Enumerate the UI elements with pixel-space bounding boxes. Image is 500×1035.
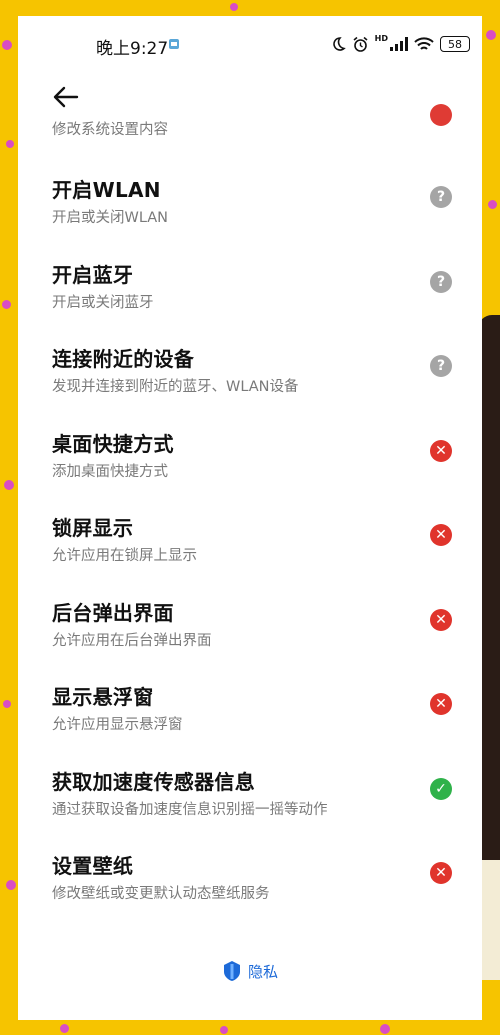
permission-desc: 开启或关闭蓝牙 bbox=[52, 294, 154, 311]
bg-dot bbox=[4, 480, 14, 490]
bg-dot bbox=[230, 3, 238, 11]
permission-title: 显示悬浮窗 bbox=[52, 685, 154, 709]
status-symbol: ? bbox=[436, 189, 446, 205]
back-arrow-icon bbox=[53, 86, 79, 108]
nav-bar bbox=[18, 72, 482, 122]
status-time: 晚上9:27 bbox=[96, 39, 169, 59]
permission-desc: 修改壁纸或变更默认动态壁纸服务 bbox=[52, 886, 270, 902]
wifi-icon bbox=[414, 36, 434, 50]
permission-title: 开启蓝牙 bbox=[52, 262, 134, 287]
status-symbol: ? bbox=[436, 358, 446, 374]
permission-title: 后台弹出界面 bbox=[52, 600, 174, 625]
permission-row[interactable]: 设置壁纸修改壁纸或变更默认动态壁纸服务 ✕ bbox=[18, 836, 482, 921]
status-symbol: ✕ bbox=[435, 527, 447, 543]
question-icon[interactable]: ? bbox=[430, 355, 452, 377]
bg-dot bbox=[3, 700, 11, 708]
moon-icon bbox=[332, 37, 346, 51]
bg-dot bbox=[486, 30, 496, 40]
bg-dot bbox=[220, 1026, 228, 1034]
permission-row[interactable]: 显示悬浮窗允许应用显示悬浮窗 ✕ bbox=[18, 667, 482, 752]
alarm-icon bbox=[353, 36, 368, 52]
permission-row[interactable]: 后台弹出界面允许应用在后台弹出界面 ✕ bbox=[18, 583, 482, 668]
bg-dot bbox=[488, 200, 497, 209]
status-symbol: ? bbox=[436, 273, 446, 290]
bg-dot bbox=[380, 1024, 390, 1034]
status-symbol: ✕ bbox=[435, 865, 447, 881]
status-symbol: ✕ bbox=[435, 611, 447, 628]
status-bar: 晚上9:27 HD 58 bbox=[18, 16, 482, 72]
hd-label: HD bbox=[374, 33, 388, 43]
bg-dot bbox=[6, 880, 16, 890]
permission-desc: 开启或关闭WLAN bbox=[52, 210, 169, 226]
permission-title: 设置壁纸 bbox=[52, 854, 134, 878]
close-icon[interactable]: ✕ bbox=[430, 862, 452, 884]
permission-title: 连接附近的设备 bbox=[52, 347, 195, 371]
permission-row[interactable]: 获取加速度传感器信息通过获取设备加速度信息识别摇一摇等动作 ✓ bbox=[18, 752, 482, 837]
battery-icon: 58 bbox=[440, 36, 470, 52]
permission-desc: 添加桌面快捷方式 bbox=[52, 463, 168, 480]
bg-dot bbox=[2, 40, 12, 50]
close-icon[interactable]: ✕ bbox=[430, 608, 452, 631]
permission-row[interactable]: 开启蓝牙开启或关闭蓝牙? bbox=[18, 245, 482, 330]
phone-screen: 晚上9:27 HD 58 修改系统设置内容 开启WLAN 开启或关闭WLAN ?… bbox=[18, 16, 482, 1020]
permission-row[interactable]: 锁屏显示允许应用在锁屏上显示 ✕ bbox=[18, 498, 482, 583]
status-icons: HD 58 bbox=[330, 34, 470, 54]
permission-row[interactable]: 桌面快捷方式添加桌面快捷方式 ✕ bbox=[18, 414, 482, 499]
status-symbol: ✕ bbox=[435, 696, 447, 712]
privacy-label: 隐私 bbox=[247, 962, 278, 981]
bg-dot bbox=[2, 300, 11, 309]
permission-row[interactable]: 开启WLAN 开启或关闭WLAN? bbox=[18, 160, 482, 245]
permission-desc: 通过获取设备加速度信息识别摇一摇等动作 bbox=[52, 801, 328, 818]
privacy-link[interactable]: 隐私 bbox=[18, 960, 482, 982]
privacy-shield-icon bbox=[223, 961, 240, 981]
question-icon[interactable]: ? bbox=[430, 270, 452, 293]
permission-desc: 允许应用在后台弹出界面 bbox=[52, 632, 212, 649]
back-button[interactable] bbox=[46, 80, 86, 114]
permission-desc: 允许应用显示悬浮窗 bbox=[52, 717, 183, 733]
bg-dot bbox=[6, 140, 14, 148]
notification-icon bbox=[169, 39, 179, 49]
permission-desc: 发现并连接到附近的蓝牙、WLAN设备 bbox=[52, 379, 299, 395]
bg-dot bbox=[60, 1024, 69, 1033]
permission-title: 桌面快捷方式 bbox=[52, 431, 174, 456]
close-icon[interactable]: ✕ bbox=[430, 524, 452, 546]
permission-title: 锁屏显示 bbox=[52, 516, 134, 540]
status-symbol: ✕ bbox=[435, 442, 447, 459]
close-icon[interactable]: ✕ bbox=[430, 439, 452, 462]
permission-title: 开启WLAN bbox=[52, 178, 161, 202]
permission-row[interactable]: 连接附近的设备发现并连接到附近的蓝牙、WLAN设备? bbox=[18, 329, 482, 414]
close-icon[interactable]: ✕ bbox=[430, 693, 452, 715]
permission-title: 获取加速度传感器信息 bbox=[52, 769, 255, 794]
check-icon[interactable]: ✓ bbox=[430, 777, 452, 800]
permission-desc: 允许应用在锁屏上显示 bbox=[52, 548, 197, 564]
permission-list: 开启WLAN 开启或关闭WLAN? 开启蓝牙 开启或关闭蓝牙? 连接附近的设备 发现并连接… bbox=[18, 160, 482, 921]
partial-row-status-icon[interactable] bbox=[430, 104, 452, 126]
question-icon[interactable]: ? bbox=[430, 186, 452, 208]
partial-row-desc: 修改系统设置内容 bbox=[52, 122, 168, 138]
signal-icon bbox=[390, 37, 408, 51]
status-symbol: ✓ bbox=[435, 780, 447, 797]
